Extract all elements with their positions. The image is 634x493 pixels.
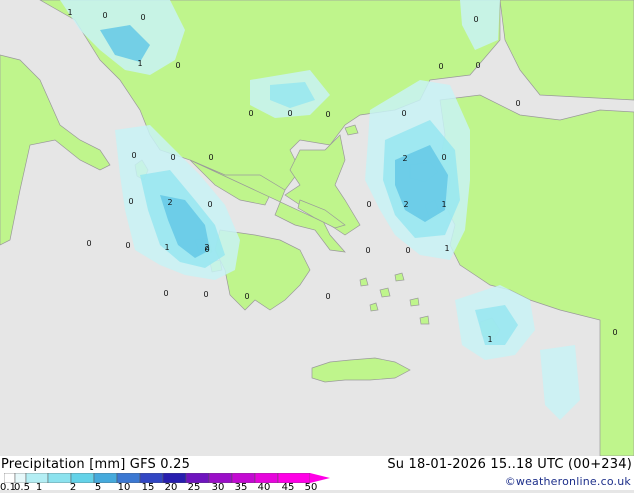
value-label: 0 [175, 61, 180, 70]
value-label: 0 [248, 109, 253, 118]
value-label: 1 [487, 335, 492, 344]
value-label: 0 [475, 61, 480, 70]
value-label: 0 [473, 15, 478, 24]
value-label: 1 [441, 200, 446, 209]
value-label: 1 [444, 244, 449, 253]
value-label: 0 [287, 109, 292, 118]
scale-tick-label: 5 [94, 482, 102, 493]
value-label: 0 [365, 246, 370, 255]
value-label: 2 [403, 200, 408, 209]
value-label: 0 [203, 290, 208, 299]
value-label: 0 [612, 328, 617, 337]
value-label: 0 [438, 62, 443, 71]
valid-time: Su 18-01-2026 15..18 UTC (00+234) [387, 457, 632, 472]
scale-tick-label: 2 [69, 482, 77, 493]
value-label: 0 [86, 239, 91, 248]
scale-tick-label: 0.5 [14, 482, 30, 493]
value-label: 0 [208, 153, 213, 162]
value-label: 0 [325, 292, 330, 301]
value-label: 1 [137, 59, 142, 68]
scale-tick-label: 40 [257, 482, 271, 493]
value-label: 0 [325, 110, 330, 119]
value-label: 0 [244, 292, 249, 301]
value-label: 0 [102, 11, 107, 20]
scale-tick-label: 45 [281, 482, 295, 493]
scale-bin [47, 473, 72, 483]
value-label: 1 [67, 8, 72, 17]
scale-tick-label: 35 [234, 482, 248, 493]
value-label: 0 [366, 200, 371, 209]
value-label: 0 [405, 246, 410, 255]
value-label: 0 [140, 13, 145, 22]
value-label: 2 [204, 243, 209, 252]
value-label: 1 [164, 243, 169, 252]
value-label: 0 [163, 289, 168, 298]
value-label: 0 [128, 197, 133, 206]
value-label: 2 [167, 198, 172, 207]
scale-tick-label: 25 [187, 482, 201, 493]
value-label: 0 [170, 153, 175, 162]
value-label: 0 [207, 200, 212, 209]
precipitation-map: 1 0 0 1 0 0 0 0 0 0 0 0 0 0 0 0 0 2 0 0 … [0, 0, 634, 456]
product-title: Precipitation [mm] GFS 0.25 [1, 457, 191, 472]
value-label: 0 [125, 241, 130, 250]
scale-tick-label: 50 [304, 482, 318, 493]
map-stage: 1 0 0 1 0 0 0 0 0 0 0 0 0 0 0 0 0 2 0 0 … [0, 0, 634, 493]
site-credit[interactable]: ©weatheronline.co.uk [505, 475, 631, 488]
value-label: 0 [401, 109, 406, 118]
scale-tick-label: 10 [117, 482, 131, 493]
map-footer: Precipitation [mm] GFS 0.25 Su 18-01-202… [0, 456, 634, 493]
scale-tick-label: 1 [35, 482, 43, 493]
value-label: 0 [131, 151, 136, 160]
value-label: 0 [441, 153, 446, 162]
value-label: 0 [515, 99, 520, 108]
scale-tick-label: 15 [141, 482, 155, 493]
scale-tick-label: 20 [164, 482, 178, 493]
scale-tick-label: 30 [211, 482, 225, 493]
value-label: 2 [402, 154, 407, 163]
